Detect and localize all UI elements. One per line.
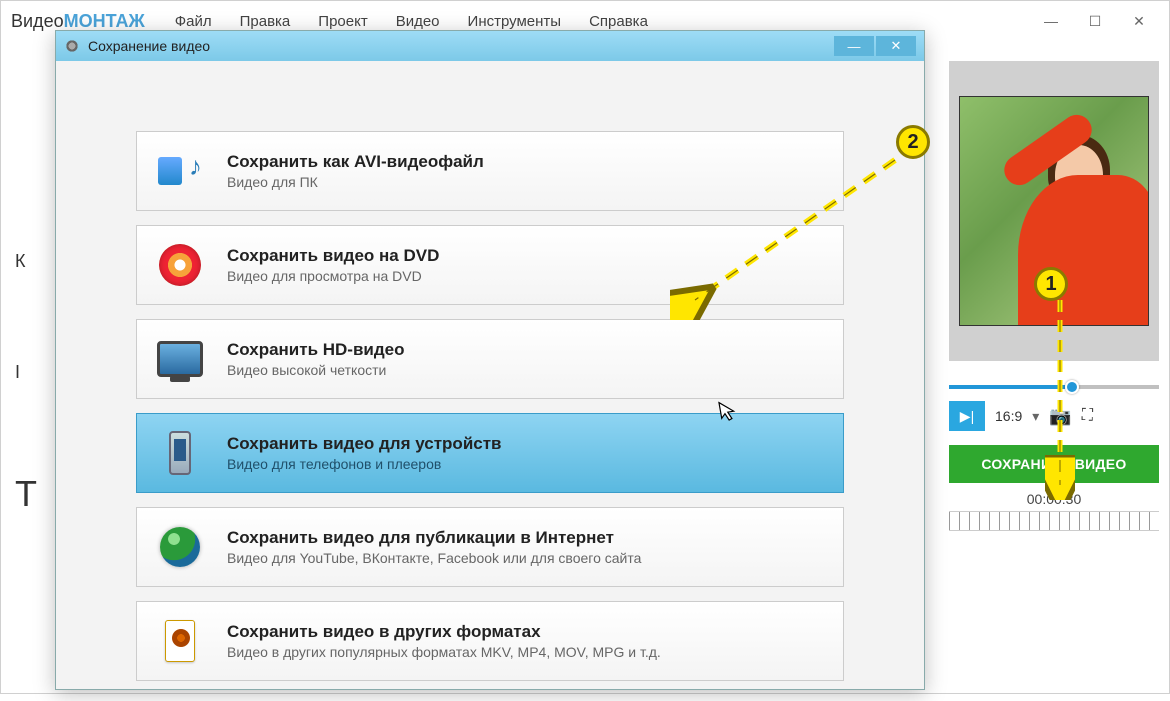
maximize-button[interactable]: ☐ (1075, 7, 1115, 35)
dialog-close-button[interactable]: ✕ (876, 36, 916, 56)
logo-part-b: МОНТАЖ (64, 11, 145, 31)
menu-tools[interactable]: Инструменты (468, 13, 562, 30)
main-menu: Файл Правка Проект Видео Инструменты Спр… (175, 13, 648, 30)
option-avi-title: Сохранить как AVI-видеофайл (227, 152, 484, 172)
next-frame-button[interactable]: ▶| (949, 401, 985, 431)
app-logo: ВидеоМОНТАЖ (11, 11, 145, 32)
option-hd-title: Сохранить HD-видео (227, 340, 405, 360)
option-dvd-sub: Видео для просмотра на DVD (227, 268, 439, 284)
aspect-ratio[interactable]: 16:9 (995, 408, 1022, 424)
option-internet[interactable]: Сохранить видео для публикации в Интерне… (136, 507, 844, 587)
video-preview[interactable] (949, 61, 1159, 361)
phone-icon (169, 431, 191, 475)
dialog-gear-icon (64, 38, 80, 54)
close-button[interactable]: ✕ (1119, 7, 1159, 35)
option-avi[interactable]: Сохранить как AVI-видеофайл Видео для ПК (136, 131, 844, 211)
logo-part-a: Видео (11, 11, 64, 31)
save-dialog: Сохранение видео — ✕ Сохранить как AVI-в… (55, 30, 925, 690)
option-dvd-title: Сохранить видео на DVD (227, 246, 439, 266)
option-other[interactable]: Сохранить видео в других форматах Видео … (136, 601, 844, 681)
monitor-icon (157, 341, 203, 377)
dialog-body: Сохранить как AVI-видеофайл Видео для ПК… (56, 61, 924, 701)
globe-icon (160, 527, 200, 567)
dialog-minimize-button[interactable]: — (834, 36, 874, 56)
option-hd[interactable]: Сохранить HD-видео Видео высокой четкост… (136, 319, 844, 399)
dialog-title: Сохранение видео (88, 38, 210, 54)
menu-video[interactable]: Видео (396, 13, 440, 30)
seek-bar[interactable] (949, 385, 1159, 389)
dvd-disc-icon (159, 244, 201, 286)
seek-knob[interactable] (1065, 380, 1079, 394)
minimize-button[interactable]: — (1031, 7, 1071, 35)
fullscreen-icon[interactable]: ⛶ (1082, 407, 1093, 425)
option-dvd[interactable]: Сохранить видео на DVD Видео для просмот… (136, 225, 844, 305)
annotation-badge-2: 2 (896, 125, 930, 159)
option-internet-sub: Видео для YouTube, ВКонтакте, Facebook и… (227, 550, 641, 566)
option-devices-sub: Видео для телефонов и плееров (227, 456, 502, 472)
menu-project[interactable]: Проект (318, 13, 367, 30)
aspect-chevron-icon[interactable]: ▾ (1032, 408, 1039, 425)
avi-file-icon (158, 151, 202, 191)
annotation-badge-1: 1 (1034, 267, 1068, 301)
option-internet-title: Сохранить видео для публикации в Интерне… (227, 528, 641, 548)
option-other-title: Сохранить видео в других форматах (227, 622, 661, 642)
timecode: 00:00:30 (949, 491, 1159, 507)
option-devices-title: Сохранить видео для устройств (227, 434, 502, 454)
menu-file[interactable]: Файл (175, 13, 212, 30)
left-letter-i: I (15, 362, 37, 383)
dialog-titlebar[interactable]: Сохранение видео — ✕ (56, 31, 924, 61)
main-window-controls: — ☐ ✕ (1031, 7, 1159, 35)
left-letter-k: К (15, 251, 37, 272)
menu-edit[interactable]: Правка (240, 13, 291, 30)
left-strip: К I Т (15, 251, 37, 515)
preview-controls: ▶| 16:9 ▾ 📷 ⛶ (949, 401, 1159, 431)
camera-icon[interactable]: 📷 (1049, 406, 1071, 427)
left-letter-t: Т (15, 473, 37, 515)
option-avi-sub: Видео для ПК (227, 174, 484, 190)
option-other-sub: Видео в других популярных форматах MKV, … (227, 644, 661, 660)
save-video-button[interactable]: СОХРАНИТЬ ВИДЕО (949, 445, 1159, 483)
timeline-ruler[interactable] (949, 511, 1159, 531)
option-hd-sub: Видео высокой четкости (227, 362, 405, 378)
film-file-icon (165, 620, 195, 662)
menu-help[interactable]: Справка (589, 13, 648, 30)
